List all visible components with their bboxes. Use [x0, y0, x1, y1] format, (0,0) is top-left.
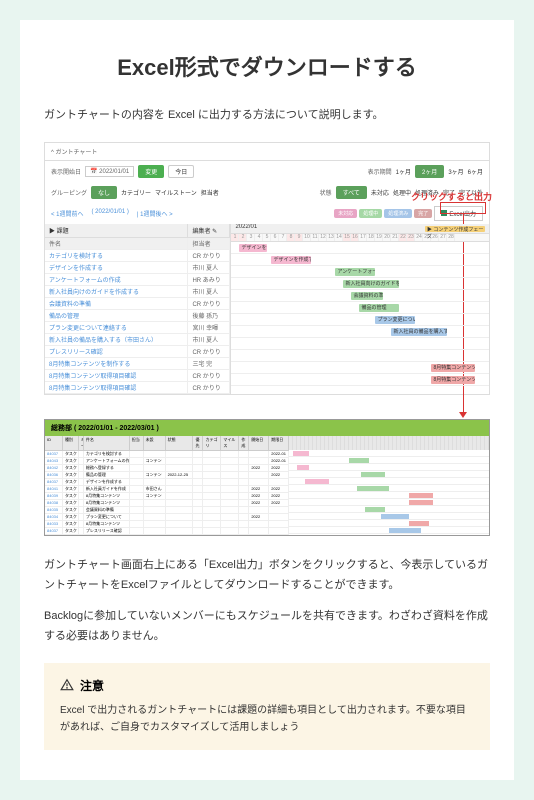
- status-all[interactable]: すべて: [336, 186, 367, 199]
- badge-open: 未対応: [334, 209, 357, 218]
- excel-row: 84038タスク8月特集コンテンツ20222022: [45, 500, 289, 507]
- excel-row: 84035タスク会議資料の準備: [45, 507, 289, 514]
- excel-row: 84033タスク8月特集コンテンツ: [45, 521, 289, 528]
- excel-row: 84043タスクアンケートフォームの作成コンテン2022-01: [45, 458, 289, 465]
- date-change-button[interactable]: 変更: [138, 165, 164, 178]
- grouping-label: グルーピング: [51, 188, 87, 197]
- span-2m[interactable]: 2ヶ月: [415, 165, 444, 178]
- paragraph-2: ガントチャート画面右上にある「Excel出力」ボタンをクリックすると、今表示して…: [44, 556, 490, 596]
- excel-row: 84039タスク8月特集コンテンツコンテン20222022: [45, 493, 289, 500]
- gantt-bar[interactable]: 会議資料の準備: [351, 292, 383, 300]
- warning-icon: [60, 678, 74, 692]
- gantt-row[interactable]: プレスリリース確認CR かりり: [45, 346, 230, 358]
- callout-arrow-head: [459, 412, 467, 418]
- badge-progress: 処理中: [359, 209, 382, 218]
- excel-title: 総務部 ( 2022/01/01 - 2022/03/01 ): [45, 420, 489, 436]
- gantt-bar[interactable]: デザインを作成する: [271, 256, 311, 264]
- gantt-chart: ▶ 課題編集者 ✎件名担当者カテゴリを検討するCR かりりデザインを作成する市川…: [45, 224, 489, 394]
- nav-next-week[interactable]: | 1週間後へ >: [137, 209, 173, 218]
- gantt-bar[interactable]: 8月特集コンテンツ取得項目確認: [431, 364, 475, 372]
- gantt-screenshot: ^ ガントチャート 表示開始日 📅 2022/01/01 変更 今日 表示期間 …: [44, 142, 490, 395]
- badge-resolved: 処理済み: [384, 209, 412, 218]
- excel-row: 84037タスクカテゴリを検討する2022-01: [45, 451, 289, 458]
- note-title: 注意: [80, 677, 104, 694]
- intro-paragraph: ガントチャートの内容を Excel に出力する方法について説明します。: [44, 106, 490, 126]
- status-open[interactable]: 未対応: [371, 188, 389, 197]
- excel-output-screenshot: 総務部 ( 2022/01/01 - 2022/03/01 ) ID種別キー件名…: [44, 419, 490, 536]
- gantt-row[interactable]: デザインを作成する市川 夏人: [45, 262, 230, 274]
- gantt-row[interactable]: アンケートフォームの作成HR あみり: [45, 274, 230, 286]
- today-button[interactable]: 今日: [168, 165, 194, 178]
- note-body: Excel で出力されるガントチャートには課題の詳細も項目として出力されます。不…: [60, 702, 474, 736]
- excel-row: 84042タスク総務へ登録する20222022: [45, 465, 289, 472]
- gantt-screenshot-wrap: クリックすると出力 ^ ガントチャート 表示開始日 📅 2022/01/01 変…: [44, 142, 490, 395]
- grouping-assignee[interactable]: 担当者: [201, 188, 219, 197]
- grouping-category[interactable]: カテゴリー: [121, 188, 151, 197]
- gantt-row[interactable]: 新入社員の備品を購入する（市田さん）市川 夏人: [45, 334, 230, 346]
- gantt-bar[interactable]: 新入社員の備品を購入する（市田さん）: [391, 328, 447, 336]
- gantt-bar[interactable]: 8月特集コンテンツ取得項目確認: [431, 376, 475, 384]
- nav-current-date: ( 2022/01/01 ): [92, 209, 129, 218]
- display-span-label: 表示期間: [368, 167, 392, 176]
- page-title: Excel形式でダウンロードする: [44, 50, 490, 82]
- note-box: 注意 Excel で出力されるガントチャートには課題の詳細も項目として出力されま…: [44, 663, 490, 750]
- grouping-milestone[interactable]: マイルストーン: [155, 188, 197, 197]
- excel-row: 84036タスク備品の管理コンテン2022-12-252022: [45, 472, 289, 479]
- excel-row: 84037タスクデザインを作成する: [45, 479, 289, 486]
- gantt-row[interactable]: 会議資料の準備CR かりり: [45, 298, 230, 310]
- span-6m[interactable]: 6ヶ月: [468, 167, 483, 176]
- span-3m[interactable]: 3ヶ月: [448, 167, 463, 176]
- gantt-row[interactable]: カテゴリを検討するCR かりり: [45, 250, 230, 262]
- gantt-bar[interactable]: プラン変更について連絡する: [375, 316, 415, 324]
- excel-row: 84041タスク新入社員ガイドを作成市田さん20222022: [45, 486, 289, 493]
- status-label: 状態: [320, 188, 332, 197]
- ss-breadcrumb: ^ ガントチャート: [45, 143, 489, 161]
- status-progress[interactable]: 処理中: [393, 188, 411, 197]
- ss-toolbar-row1: 表示開始日 📅 2022/01/01 変更 今日 表示期間 1ヶ月 2ヶ月 3ヶ…: [45, 161, 489, 182]
- span-1m[interactable]: 1ヶ月: [396, 167, 411, 176]
- ss-nav-row: < 1週間前へ ( 2022/01/01 ) | 1週間後へ > 未対応 処理中…: [45, 203, 489, 224]
- badge-closed: 完了: [414, 209, 432, 218]
- display-start-label: 表示開始日: [51, 167, 81, 176]
- gantt-row[interactable]: 8月特集コンテンツを制作する三宅 完: [45, 358, 230, 370]
- paragraph-3: Backlogに参加していないメンバーにもスケジュールを共有できます。わざわざ資…: [44, 607, 490, 647]
- callout-highlight-box: [440, 202, 486, 214]
- gantt-bar[interactable]: アンケートフォームの作成: [335, 268, 375, 276]
- gantt-bar[interactable]: 新入社員向けのガイドを作成する: [343, 280, 399, 288]
- gantt-bar[interactable]: 備品の管理: [359, 304, 399, 312]
- excel-row: 84034タスクプラン変更について2022: [45, 514, 289, 521]
- gantt-row[interactable]: 備品の管理後藤 孫乃: [45, 310, 230, 322]
- grouping-none[interactable]: なし: [91, 186, 117, 199]
- nav-prev-week[interactable]: < 1週間前へ: [51, 209, 84, 218]
- date-input[interactable]: 📅 2022/01/01: [85, 166, 134, 177]
- gantt-row[interactable]: 8月特集コンテンツ取得項目確認CR かりり: [45, 382, 230, 394]
- gantt-row[interactable]: 8月特集コンテンツ取得項目確認CR かりり: [45, 370, 230, 382]
- gantt-bar[interactable]: デザインを作成する: [239, 244, 267, 252]
- gantt-row[interactable]: 新入社員向けのガイドを作成する市川 夏人: [45, 286, 230, 298]
- excel-row: 84037タスクプレスリリース確認: [45, 528, 289, 535]
- gantt-row[interactable]: プラン変更について連絡する宮川 幸暉: [45, 322, 230, 334]
